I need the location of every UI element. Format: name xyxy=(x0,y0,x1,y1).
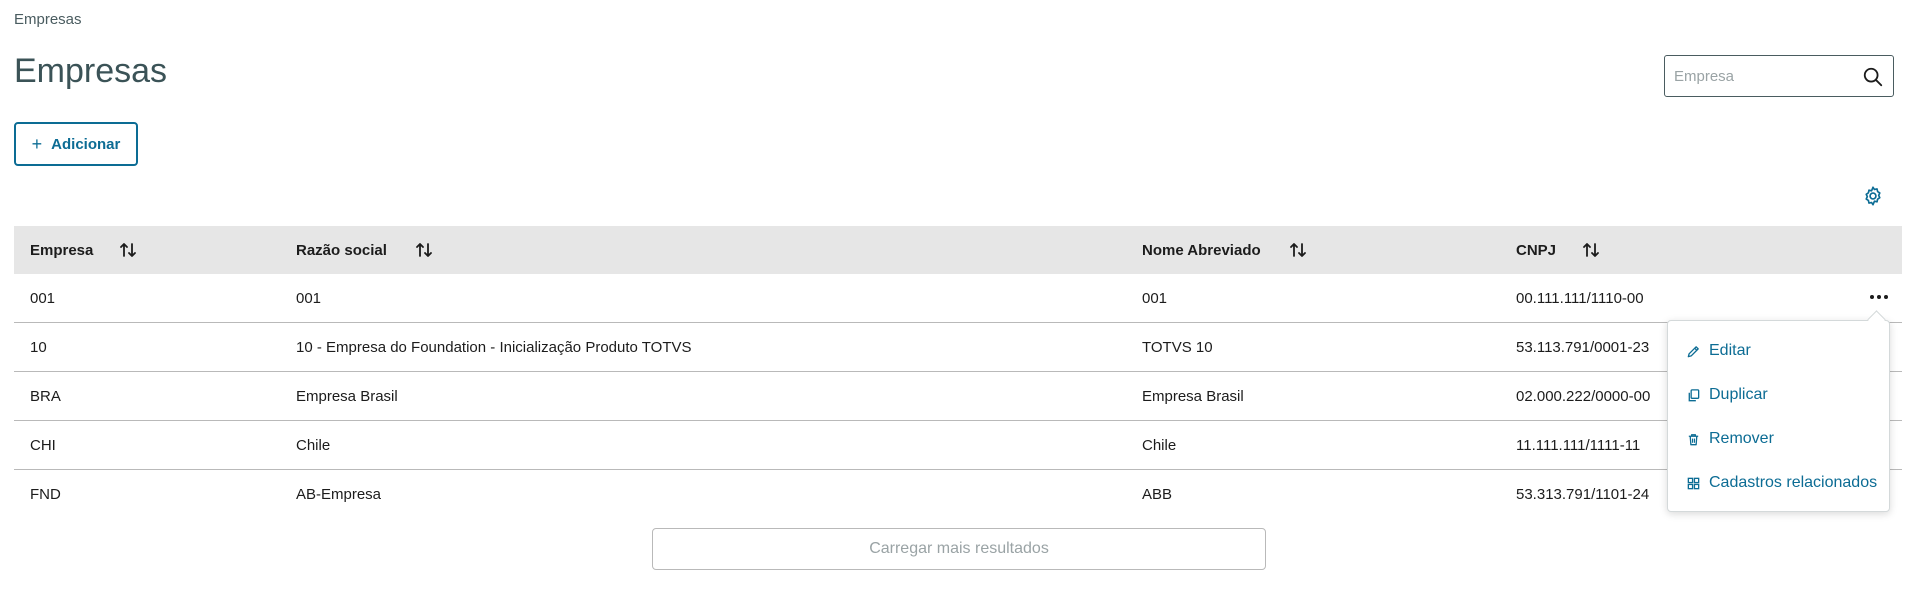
cell-empresa: CHI xyxy=(30,436,56,454)
sort-icon[interactable] xyxy=(415,241,433,259)
menu-item-duplicar[interactable]: Duplicar xyxy=(1686,383,1768,407)
breadcrumb[interactable]: Empresas xyxy=(14,11,82,28)
search-icon[interactable] xyxy=(1862,66,1884,88)
cell-cnpj: 53.113.791/0001-23 xyxy=(1516,338,1650,356)
menu-item-cadastros-relacionados[interactable]: Cadastros relacionados xyxy=(1686,471,1877,495)
cell-nome-abreviado: Chile xyxy=(1142,436,1177,454)
cell-empresa: 10 xyxy=(30,338,47,356)
table-row[interactable]: 001 001 001 00.111.111/1110-00 xyxy=(14,274,1902,323)
cell-razao-social: AB-Empresa xyxy=(296,485,382,503)
trash-icon xyxy=(1688,433,1699,445)
duplicate-icon xyxy=(1688,388,1700,401)
plus-icon: + xyxy=(31,134,43,154)
menu-item-label: Cadastros relacionados xyxy=(1709,474,1878,491)
table-row[interactable]: CHI Chile Chile 11.111.111/1111-11 xyxy=(14,421,1902,470)
cell-empresa: 001 xyxy=(30,289,56,307)
add-button-label: Adicionar xyxy=(51,135,121,153)
row-actions-menu: Editar Duplicar Remover Cadastros relaci… xyxy=(1667,320,1890,512)
column-header-empresa[interactable]: Empresa xyxy=(30,241,137,259)
cell-nome-abreviado: 001 xyxy=(1142,289,1168,307)
table-header: Empresa Razão social Nome Abreviado CNPJ xyxy=(14,226,1902,274)
cell-empresa: BRA xyxy=(30,387,61,405)
cell-razao-social: 001 xyxy=(296,289,322,307)
menu-item-editar[interactable]: Editar xyxy=(1686,339,1751,363)
cell-nome-abreviado: TOTVS 10 xyxy=(1142,338,1213,356)
companies-table: Empresa Razão social Nome Abreviado CNPJ xyxy=(14,226,1902,518)
cell-cnpj: 11.111.111/1111-11 xyxy=(1516,436,1641,454)
cell-nome-abreviado: Empresa Brasil xyxy=(1142,387,1244,405)
more-actions-icon[interactable] xyxy=(1868,288,1890,306)
search-input[interactable] xyxy=(1665,56,1864,96)
cell-razao-social: Chile xyxy=(296,436,331,454)
gear-icon[interactable] xyxy=(1862,185,1884,207)
sort-icon[interactable] xyxy=(1582,241,1600,259)
grid-icon xyxy=(1687,477,1700,489)
column-header-label: Razão social xyxy=(296,241,387,259)
column-header-cnpj[interactable]: CNPJ xyxy=(1516,241,1600,259)
cell-cnpj: 53.313.791/1101-24 xyxy=(1516,485,1650,503)
cell-cnpj: 02.000.222/0000-00 xyxy=(1516,387,1651,405)
column-header-razao-social[interactable]: Razão social xyxy=(296,241,433,259)
load-more-button[interactable]: Carregar mais resultados xyxy=(652,528,1266,570)
column-header-label: Empresa xyxy=(30,241,94,259)
add-button[interactable]: + Adicionar xyxy=(14,122,138,166)
cell-razao-social: 10 - Empresa do Foundation - Inicializaç… xyxy=(296,338,692,356)
menu-item-label: Editar xyxy=(1709,342,1751,359)
column-header-label: CNPJ xyxy=(1516,241,1557,259)
pencil-icon xyxy=(1687,345,1699,357)
cell-empresa: FND xyxy=(30,485,61,503)
column-header-nome-abreviado[interactable]: Nome Abreviado xyxy=(1142,241,1307,259)
cell-razao-social: Empresa Brasil xyxy=(296,387,398,405)
cell-nome-abreviado: ABB xyxy=(1142,485,1173,503)
menu-item-label: Remover xyxy=(1709,430,1774,447)
sort-icon[interactable] xyxy=(119,241,137,259)
table-row[interactable]: 10 10 - Empresa do Foundation - Iniciali… xyxy=(14,323,1902,372)
table-row[interactable]: BRA Empresa Brasil Empresa Brasil 02.000… xyxy=(14,372,1902,421)
menu-item-label: Duplicar xyxy=(1709,386,1768,403)
search-box xyxy=(1664,55,1894,97)
cell-cnpj: 00.111.111/1110-00 xyxy=(1516,289,1644,307)
sort-icon[interactable] xyxy=(1289,241,1307,259)
column-header-label: Nome Abreviado xyxy=(1142,241,1261,259)
table-row[interactable]: FND AB-Empresa ABB 53.313.791/1101-24 xyxy=(14,470,1902,518)
page-title: Empresas xyxy=(14,52,168,90)
menu-item-remover[interactable]: Remover xyxy=(1686,427,1774,451)
